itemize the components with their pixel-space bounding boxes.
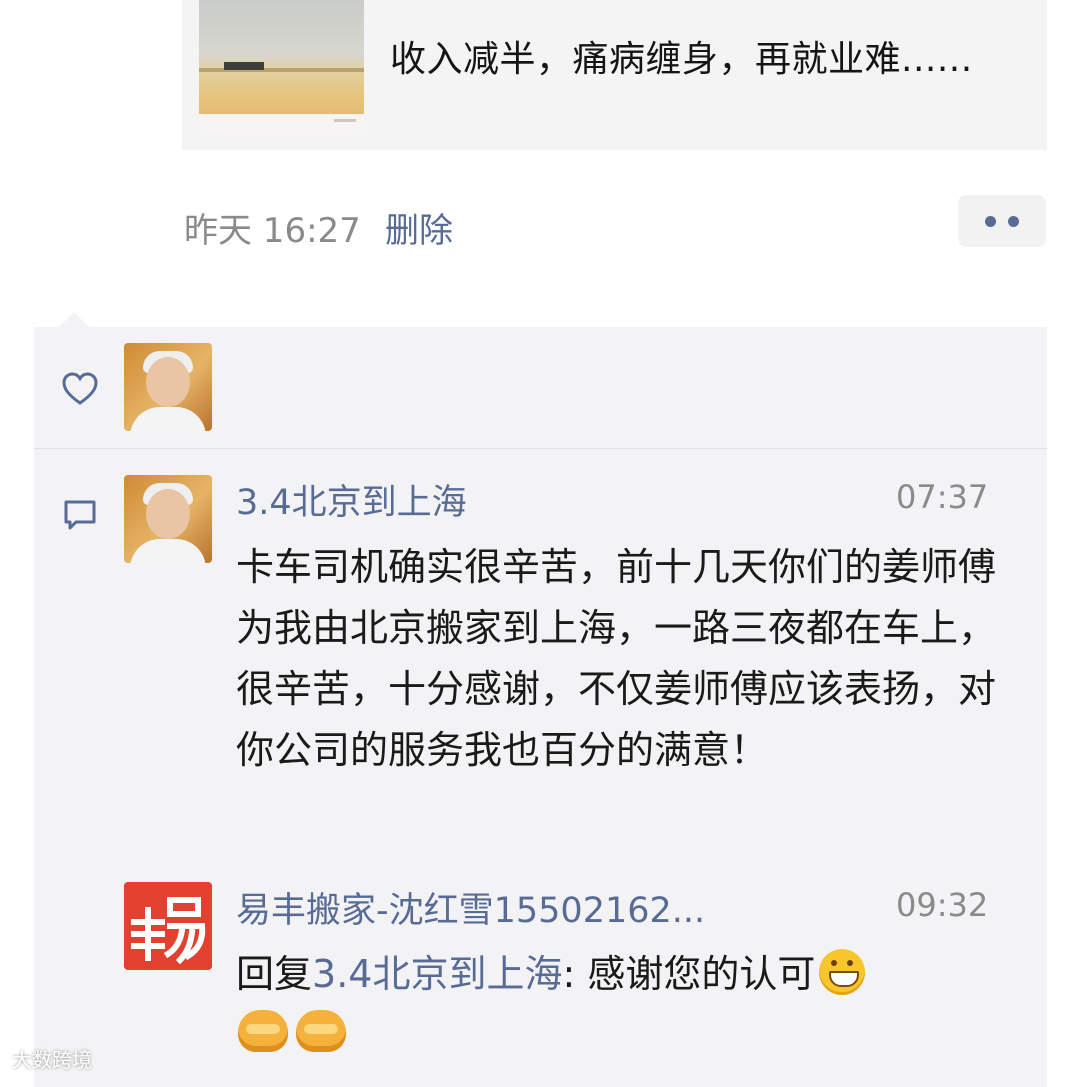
delete-link[interactable]: 删除 [385,203,453,252]
reply-time: 09:32 [896,886,989,924]
heart-icon [62,372,98,405]
grin-emoji-icon [819,949,866,995]
likes-divider [34,448,1047,449]
reply-text: : 感谢您的认可 [562,952,816,996]
comment-text: 卡车司机确实很辛苦，前十几天你们的姜师傅为我由北京搬家到上海，一路三夜都在车上，… [236,545,997,772]
replier-name[interactable]: 易丰搬家-沈红雪15502162... [236,882,705,933]
panel-pointer [58,312,90,328]
watermark: 大数跨境 [12,1048,92,1072]
thumbnail-truck [224,62,264,70]
more-options-button[interactable] [958,195,1046,247]
more-dots-icon [985,216,996,227]
reply-text-line: 回复3.4北京到上海: 感谢您的认可 [236,943,866,998]
comment-time: 07:37 [896,478,989,516]
reply-prefix: 回复 [236,952,313,996]
liker-avatar[interactable] [124,343,212,431]
post-timestamp: 昨天 16:27 [184,211,361,251]
article-thumbnail [199,0,364,134]
shared-article-card[interactable]: 收入减半，痛病缠身，再就业难...... [182,0,1047,150]
comment-icon [64,500,96,530]
commenter-avatar[interactable] [124,475,212,563]
commenter-name[interactable]: 3.4北京到上海 [236,474,467,525]
handshake-emoji-icon [296,1010,346,1052]
thumbnail-caption-strip [199,114,364,134]
handshake-emoji-icon [238,1010,288,1052]
brand-logo-icon [131,897,206,965]
article-title: 收入减半，痛病缠身，再就业难...... [390,39,973,80]
brand-avatar[interactable] [124,882,212,970]
more-dots-icon [1008,216,1019,227]
reply-target-name[interactable]: 3.4北京到上海 [312,952,562,996]
